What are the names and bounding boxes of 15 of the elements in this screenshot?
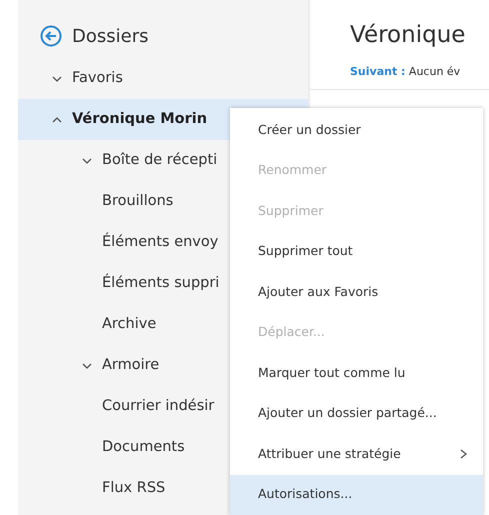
next-event-text: Suivant : Aucun év <box>310 64 489 90</box>
menu-item[interactable]: Autorisations... <box>230 474 483 515</box>
menu-item[interactable]: Ajouter un dossier partagé... <box>230 394 483 434</box>
sidebar-title: Dossiers <box>72 24 148 48</box>
back-icon[interactable] <box>40 25 62 47</box>
menu-item[interactable]: Marquer tout comme lu <box>230 353 483 394</box>
menu-item[interactable]: Supprimer tout <box>230 232 483 272</box>
chevron-down-icon[interactable] <box>82 360 92 370</box>
page-title: Véronique <box>350 22 466 50</box>
chevron-down-icon[interactable] <box>82 156 92 166</box>
folder-item[interactable]: Favoris <box>18 58 308 99</box>
chevron-up-icon[interactable] <box>52 114 62 124</box>
chevron-down-icon[interactable] <box>52 74 62 84</box>
menu-item[interactable]: Ajouter aux Favoris <box>230 272 483 312</box>
menu-item[interactable]: Attribuer une stratégie <box>230 434 483 474</box>
